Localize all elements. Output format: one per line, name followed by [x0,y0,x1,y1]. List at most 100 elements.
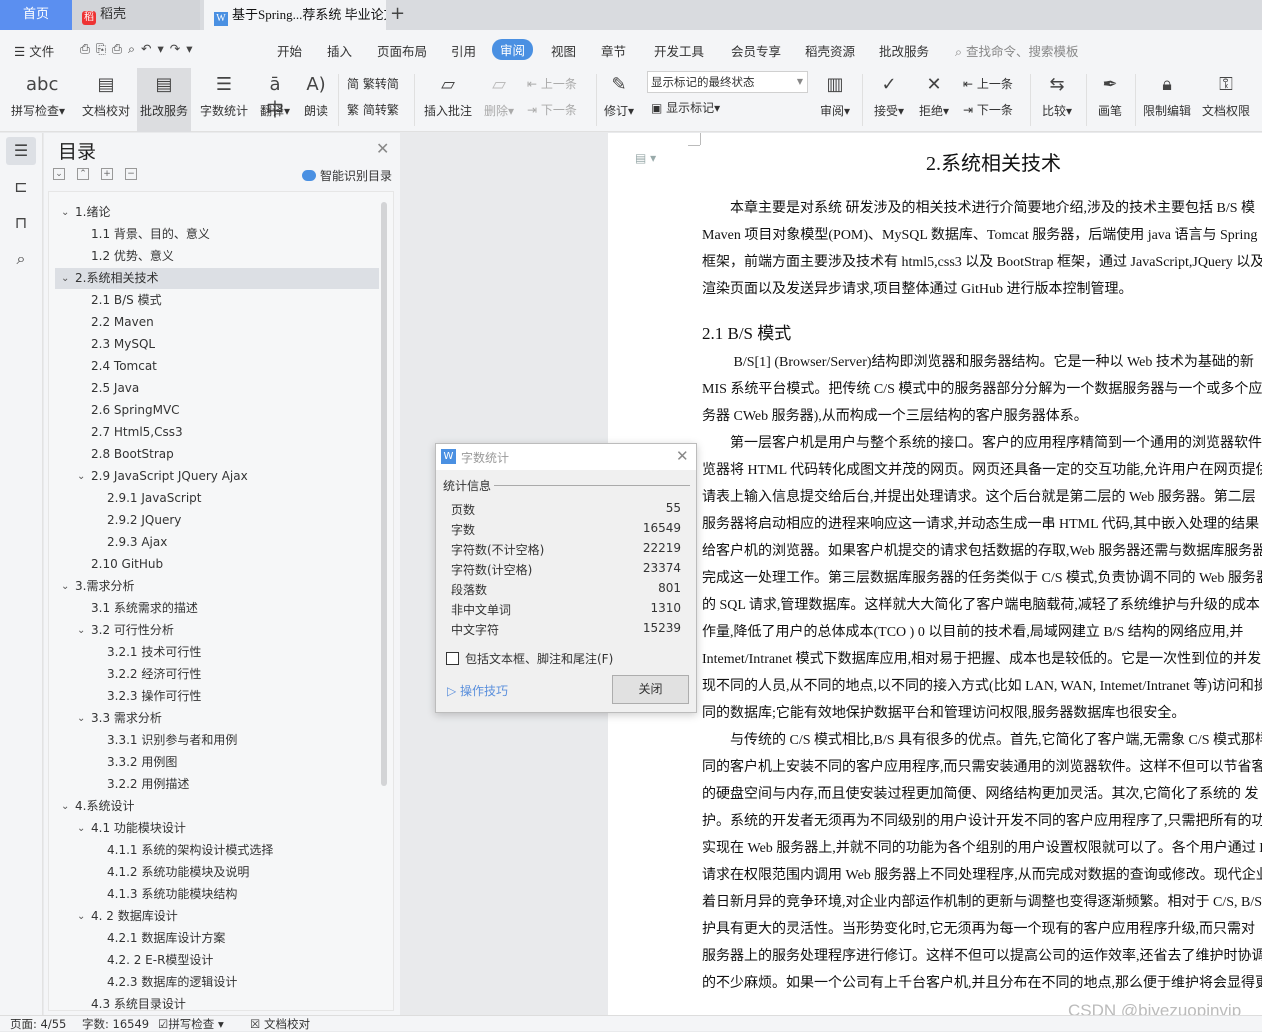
track-changes-button[interactable]: ✎ 修订▾ [601,68,637,119]
tips-link[interactable]: ▷ 操作技巧 [447,682,508,699]
toc-item[interactable]: 4.3 系统目录设计 [55,994,379,1010]
toc-item[interactable]: ⌄ 4.系统设计 [55,796,379,817]
toc-item[interactable]: 2.8 BootStrap [55,444,379,465]
toc-icon[interactable]: ☰ [6,137,36,165]
toc-item[interactable]: ⌄ 2.9 JavaScript JQuery Ajax [55,466,379,487]
menu-review[interactable]: 审阅 [492,39,534,60]
toc-item[interactable]: ⌄ 3.2 可行性分析 [55,620,379,641]
toc-item[interactable]: 3.3.2 用例图 [55,752,379,773]
toc-item[interactable]: 2.7 Html5,Css3 [55,422,379,443]
chevron-down-icon[interactable]: ⌄ [61,576,69,597]
toc-item[interactable]: 4.2. 2 E-R模型设计 [55,950,379,971]
page-indicator[interactable]: 页面: 4/55 [10,1016,66,1032]
remove-heading-icon[interactable]: − [125,168,137,180]
toc-item[interactable]: 4.2.1 数据库设计方案 [55,928,379,949]
toc-item[interactable]: 3.2.3 操作可行性 [55,686,379,707]
prev-comment-button[interactable]: ⇤ 上一条 [527,75,577,92]
chevron-down-icon[interactable]: ⌄ [77,906,85,927]
word-count-indicator[interactable]: 字数: 16549 [82,1016,149,1032]
menu-insert[interactable]: 插入 [327,41,352,60]
chevron-down-icon[interactable]: ⌄ [61,796,69,817]
show-markup-button[interactable]: ▣ 显示标记▾ [651,99,720,116]
toc-item[interactable]: 2.4 Tomcat [55,356,379,377]
spell-check-button[interactable]: abc 拼写检查▾ [10,68,66,119]
toc-item[interactable]: 3.2.2 经济可行性 [55,664,379,685]
compare-button[interactable]: ⇆ 比较▾ [1037,68,1077,119]
pen-button[interactable]: ✒ 画笔 [1092,68,1128,119]
close-icon[interactable]: ✕ [376,139,389,158]
toc-item[interactable]: ⌄ 3.3 需求分析 [55,708,379,729]
toc-item[interactable]: 3.1 系统需求的描述 [55,598,379,619]
tab-home[interactable]: 首页 [0,0,72,30]
toc-item[interactable]: ⌄ 3.需求分析 [55,576,379,597]
menu-layout[interactable]: 页面布局 [377,41,427,60]
document-permission-button[interactable]: ⚿ 文档权限 [1200,68,1252,119]
file-menu[interactable]: ☰ 文件 [14,41,54,60]
simplified-to-traditional-button[interactable]: 繁 简转繁 [347,101,399,118]
insert-comment-button[interactable]: ▱ 插入批注 [422,68,474,119]
toc-item[interactable]: 1.1 背景、目的、意义 [55,224,379,245]
menu-view[interactable]: 视图 [551,41,576,60]
menu-member[interactable]: 会员专享 [731,41,781,60]
bookmark-icon[interactable]: ⊓ [6,209,36,237]
prev-change-button[interactable]: ⇤ 上一条 [963,75,1013,92]
traditional-to-simplified-button[interactable]: 简 繁转简 [347,75,399,92]
toc-item[interactable]: 3.2.1 技术可行性 [55,642,379,663]
toc-item[interactable]: 2.9.2 JQuery [55,510,379,531]
search-icon[interactable]: ⌕ [6,245,36,273]
checkbox-box[interactable] [446,652,459,665]
reject-button[interactable]: ✕ 拒绝▾ [916,68,952,119]
menu-reference[interactable]: 引用 [451,41,476,60]
page-menu-icon[interactable]: ▤ ▾ [635,151,656,165]
document-page[interactable]: ▤ ▾ 2.系统相关技术 2.1 B/S 模式 本章主要是对系统 研发涉及的相关… [608,133,1262,1015]
menu-devtools[interactable]: 开发工具 [654,41,704,60]
chevron-down-icon[interactable]: ⌄ [77,466,85,487]
toc-item[interactable]: 2.10 GitHub [55,554,379,575]
correction-service-button[interactable]: ▤ 批改服务 [137,68,191,132]
restrict-editing-button[interactable]: 🔒︎ 限制编辑 [1141,68,1193,119]
toc-item[interactable]: ⌄ 2.系统相关技术 [55,268,379,289]
toc-item[interactable]: 4.1.3 系统功能模块结构 [55,884,379,905]
accept-button[interactable]: ✓ 接受▾ [870,68,908,119]
menu-daoke-resources[interactable]: 稻壳资源 [805,41,855,60]
command-search[interactable]: ⌕ 查找命令、搜索模板 [955,41,1079,60]
review-pane-button[interactable]: ▥ 审阅▾ [815,68,855,119]
toc-item[interactable]: 4.1.2 系统功能模块及说明 [55,862,379,883]
toc-item[interactable]: 2.6 SpringMVC [55,400,379,421]
toc-item[interactable]: 4.2.3 数据库的逻辑设计 [55,972,379,993]
doc-proof-button[interactable]: ▤ 文档校对 [80,68,132,119]
toc-item[interactable]: 2.3 MySQL [55,334,379,355]
toc-item[interactable]: 2.9.3 Ajax [55,532,379,553]
spell-check-toggle[interactable]: ☑拼写检查 ▾ [158,1016,224,1032]
markup-state-select[interactable]: 显示标记的最终状态 ▼ [647,71,808,93]
smart-toc-button[interactable]: 智能识别目录 [302,167,392,184]
dialog-titlebar[interactable]: W 字数统计 ✕ [436,444,696,470]
translate-button[interactable]: ā中 翻译▾ [256,68,294,121]
expand-down-icon[interactable]: ⌄ [53,168,65,180]
toc-item[interactable]: 2.1 B/S 模式 [55,290,379,311]
toc-item[interactable]: 1.2 优势、意义 [55,246,379,267]
toc-item[interactable]: ⌄ 1.绪论 [55,202,379,223]
new-tab-button[interactable]: + [390,3,405,24]
collapse-up-icon[interactable]: ⌃ [77,168,89,180]
toc-item[interactable]: 2.2 Maven [55,312,379,333]
toc-item[interactable]: ⌄ 4. 2 数据库设计 [55,906,379,927]
next-change-button[interactable]: ⇥ 下一条 [963,101,1013,118]
tab-document[interactable]: W 基于Spring...荐系统 毕业论文 [204,0,386,30]
word-count-button[interactable]: ☰ 字数统计 [198,68,250,119]
menu-chapter[interactable]: 章节 [601,41,626,60]
toc-item[interactable]: 2.9.1 JavaScript [55,488,379,509]
chevron-down-icon[interactable]: ⌄ [77,818,85,839]
quick-access-toolbar[interactable]: ⎙⎘⎙⌕↶▾↷▾ [80,41,199,57]
next-comment-button[interactable]: ⇥ 下一条 [527,101,577,118]
read-aloud-button[interactable]: A) 朗读 [300,68,332,119]
proof-toggle[interactable]: ☒ 文档校对 [250,1016,310,1032]
toc-item[interactable]: 3.3.1 识别参与者和用例 [55,730,379,751]
close-button[interactable]: 关闭 [612,675,689,704]
add-heading-icon[interactable]: + [101,168,113,180]
dialog-close-icon[interactable]: ✕ [676,447,689,465]
chevron-down-icon[interactable]: ⌄ [61,202,69,223]
menu-correction[interactable]: 批改服务 [879,41,929,60]
toc-item[interactable]: 4.1.1 系统的架构设计模式选择 [55,840,379,861]
navigation-pane-icon[interactable]: ⊏ [6,173,36,201]
